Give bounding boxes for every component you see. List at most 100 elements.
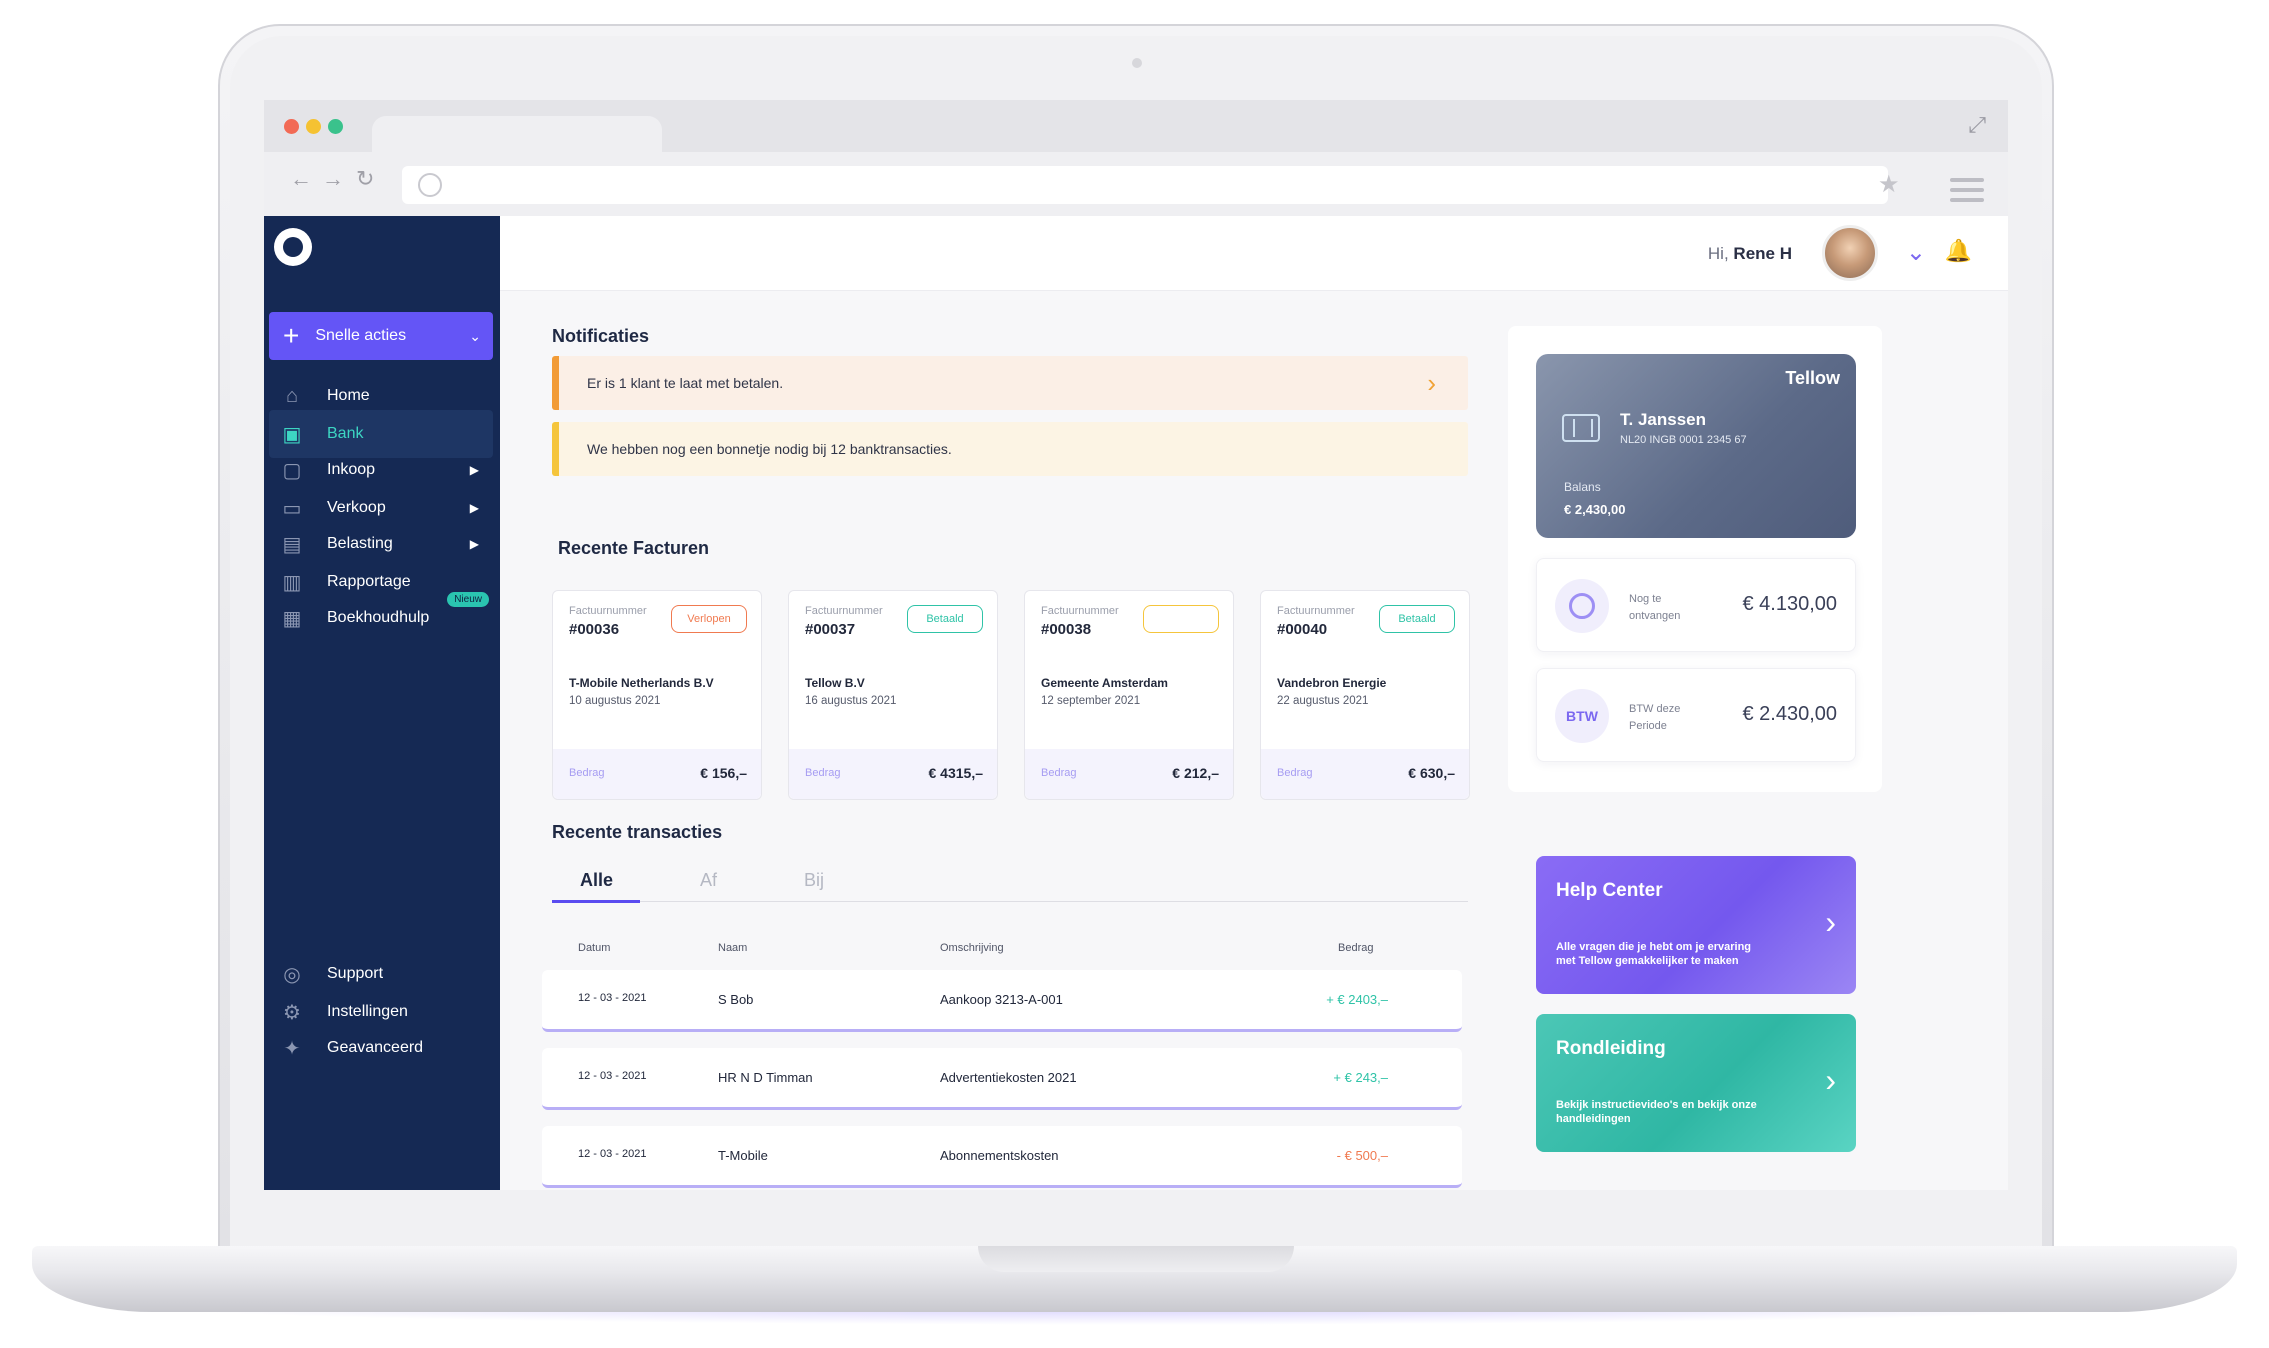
user-greeting: Hi, Rene H — [1708, 244, 1792, 264]
transaction-tabs: Alle Af Bij — [552, 862, 1468, 903]
bookmark-star-icon[interactable]: ★ — [1878, 170, 1900, 199]
tab-bij[interactable]: Bij — [804, 870, 824, 891]
row-description: Aankoop 3213-A-001 — [940, 992, 1063, 1007]
notification-text: Er is 1 klant te laat met betalen. — [587, 375, 784, 391]
promo-title: Help Center — [1556, 880, 1663, 901]
invoice-number-label: Factuurnummer — [1277, 605, 1355, 617]
avatar[interactable] — [1822, 225, 1878, 281]
status-badge — [1143, 605, 1219, 633]
invoice-number-label: Factuurnummer — [805, 605, 883, 617]
recent-invoices-title: Recente Facturen — [558, 538, 710, 558]
card-chip-icon — [1562, 414, 1600, 442]
maximize-window-button[interactable] — [328, 119, 343, 134]
card-holder: T. Janssen — [1620, 410, 1706, 429]
chevron-down-icon[interactable]: ⌄ — [1906, 238, 1926, 267]
bank-card[interactable]: Tellow T. Janssen NL20 INGB 0001 2345 67… — [1536, 354, 1856, 538]
chevron-down-icon: ⌄ — [469, 327, 481, 344]
row-name: S Bob — [718, 992, 754, 1007]
status-badge: Betaald — [1379, 605, 1455, 633]
bank-icon: ▣ — [282, 423, 302, 446]
fullscreen-icon[interactable]: ⤢ — [1968, 112, 1986, 138]
notification-text: We hebben nog een bonnetje nodig bij 12 … — [587, 441, 952, 457]
sidebar-item-geavanceerd[interactable]: ✦ Geavanceerd — [269, 1024, 493, 1072]
camera — [1132, 58, 1142, 68]
row-date: 12 - 03 - 2021 — [578, 1148, 647, 1160]
minimize-window-button[interactable] — [306, 119, 321, 134]
back-icon[interactable]: ← — [290, 166, 312, 192]
invoice-client: Vandebron Energie — [1277, 676, 1387, 690]
tab-af[interactable]: Af — [700, 870, 717, 891]
browser-tab[interactable] — [372, 116, 662, 152]
table-row[interactable]: 12 - 03 - 2021 S Bob Aankoop 3213-A-001 … — [542, 970, 1462, 1032]
main-content: Hi, Rene H ⌄ 🔔 Notificaties Er is 1 klan… — [500, 216, 2008, 1190]
invoice-client: Gemeente Amsterdam — [1041, 676, 1168, 690]
row-name: HR N D Timman — [718, 1070, 813, 1085]
table-row[interactable]: 12 - 03 - 2021 HR N D Timman Advertentie… — [542, 1048, 1462, 1110]
reload-icon[interactable]: ↻ — [356, 166, 374, 192]
status-badge: Betaald — [907, 605, 983, 633]
sidebar-item-label: Rapportage — [327, 573, 411, 590]
bell-icon[interactable]: 🔔 — [1945, 238, 1972, 264]
invoice-card[interactable]: Factuurnummer #00038 Gemeente Amsterdam 1… — [1024, 590, 1234, 800]
invoice-amount: € 630,– — [1408, 765, 1455, 781]
close-window-button[interactable] — [284, 119, 299, 134]
column-header-name: Naam — [718, 942, 748, 954]
invoice-amount: € 4315,– — [928, 765, 984, 781]
tour-card[interactable]: Rondleiding Bekijk instructievideo's en … — [1536, 1014, 1856, 1152]
stat-vat[interactable]: BTW BTW deze Periode € 2.430,00 — [1536, 668, 1856, 762]
invoice-date: 10 augustus 2021 — [569, 695, 661, 707]
row-amount: + € 2403,– — [1326, 992, 1388, 1007]
invoice-amount: € 156,– — [700, 765, 747, 781]
folder-icon: ▭ — [282, 497, 302, 520]
forward-icon[interactable]: → — [322, 166, 344, 192]
sidebar: + Snelle acties ⌄ ⌂ Home ▣ Bank ▢ Inkoop… — [264, 216, 500, 1190]
balance-label: Balans — [1564, 480, 1601, 494]
browser-menu-icon[interactable] — [1950, 178, 1984, 208]
card-iban: NL20 INGB 0001 2345 67 — [1620, 434, 1747, 446]
calculator-icon: ▤ — [282, 533, 302, 556]
settings-icon: ⚙ — [283, 1001, 301, 1024]
invoice-card[interactable]: Factuurnummer #00036 Verlopen T-Mobile N… — [552, 590, 762, 800]
sidebar-item-boekhoudhulp[interactable]: ▦ Boekhoudhulp Nieuw — [269, 592, 493, 642]
amount-label: Bedrag — [1041, 767, 1077, 779]
invoice-card[interactable]: Factuurnummer #00040 Betaald Vandebron E… — [1260, 590, 1470, 800]
column-header-description: Omschrijving — [940, 942, 1004, 954]
column-header-amount: Bedrag — [1338, 942, 1374, 954]
row-description: Abonnementskosten — [940, 1148, 1059, 1163]
expand-arrow-icon: ▶ — [469, 501, 479, 515]
stat-label: Nog te ontvangen — [1629, 593, 1681, 622]
notification-late-payment[interactable]: Er is 1 klant te laat met betalen. › — [552, 356, 1468, 410]
screen: ⤢ ← → ↻ ★ + Snelle acties ⌄ ⌂ Home ▣ Ban… — [264, 100, 2008, 1190]
account-panel: Tellow T. Janssen NL20 INGB 0001 2345 67… — [1508, 326, 1882, 792]
row-amount: + € 243,– — [1333, 1070, 1388, 1085]
plus-icon: + — [283, 320, 300, 351]
address-bar[interactable] — [402, 166, 1888, 204]
tellow-logo[interactable] — [274, 228, 312, 266]
active-tab-indicator — [552, 900, 640, 903]
invoice-card[interactable]: Factuurnummer #00037 Betaald Tellow B.V 1… — [788, 590, 998, 800]
invoice-date: 16 augustus 2021 — [805, 695, 897, 707]
chevron-right-icon: › — [1825, 904, 1836, 940]
invoice-client: Tellow B.V — [805, 676, 865, 690]
tab-alle[interactable]: Alle — [580, 870, 613, 891]
sidebar-item-label: Support — [327, 965, 384, 982]
recent-transactions-title: Recente transacties — [552, 822, 723, 842]
notifications-title: Notificaties — [552, 326, 650, 346]
status-badge: Verlopen — [671, 605, 747, 633]
invoice-amount: € 212,– — [1172, 765, 1219, 781]
invoice-client: T-Mobile Netherlands B.V — [569, 676, 714, 690]
vat-icon: BTW — [1555, 689, 1609, 743]
promo-text: Alle vragen die je hebt om je ervaring m… — [1556, 941, 1752, 967]
table-row[interactable]: 12 - 03 - 2021 T-Mobile Abonnementskoste… — [542, 1126, 1462, 1188]
expand-arrow-icon: ▶ — [469, 537, 479, 551]
quick-actions-button[interactable]: + Snelle acties ⌄ — [269, 312, 493, 360]
help-center-card[interactable]: Help Center Alle vragen die je hebt om j… — [1536, 856, 1856, 994]
notification-receipts[interactable]: We hebben nog een bonnetje nodig bij 12 … — [552, 422, 1468, 476]
sidebar-item-label: Verkoop — [327, 499, 386, 516]
row-name: T-Mobile — [718, 1148, 768, 1163]
sidebar-item-label: Inkoop — [327, 461, 376, 478]
row-date: 12 - 03 - 2021 — [578, 992, 647, 1004]
stat-to-receive[interactable]: Nog te ontvangen € 4.130,00 — [1536, 558, 1856, 652]
quick-actions-label: Snelle acties — [315, 327, 407, 344]
invoice-number-label: Factuurnummer — [1041, 605, 1119, 617]
